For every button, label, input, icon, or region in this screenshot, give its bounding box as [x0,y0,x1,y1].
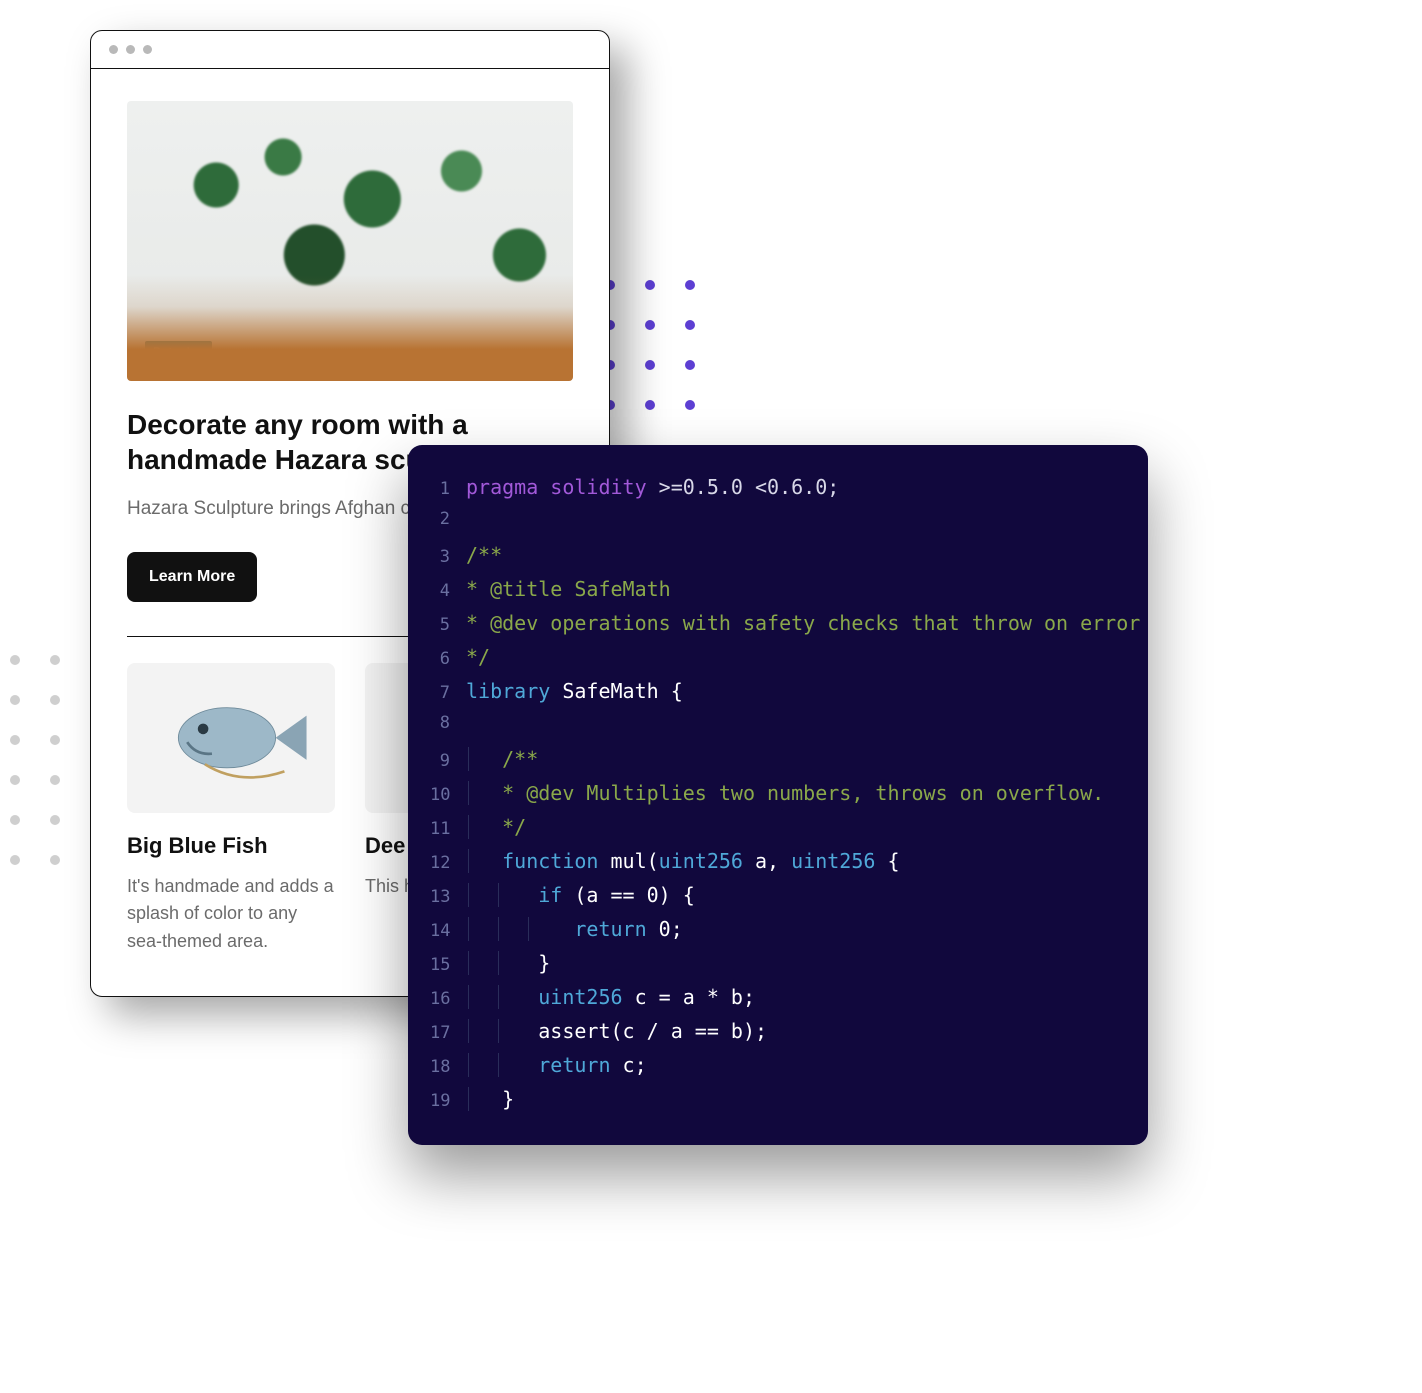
code-line: 6*/ [430,645,1120,679]
code-text: * @title SafeMath [466,577,671,601]
dot-icon [685,360,695,370]
code-text: /** [466,747,538,771]
learn-more-button[interactable]: Learn More [127,552,257,602]
line-number: 14 [430,921,466,941]
line-number: 6 [430,649,466,669]
line-number: 12 [430,853,466,873]
code-line: 2 [430,509,1120,543]
line-number: 15 [430,955,466,975]
product-description: It's handmade and adds a splash of color… [127,873,335,957]
code-text: /** [466,543,502,567]
decorative-dots-grey [10,655,100,865]
window-dot-icon [126,45,135,54]
code-line: 17 assert(c / a == b); [430,1019,1120,1053]
code-line: 5* @dev operations with safety checks th… [430,611,1120,645]
code-line: 10 * @dev Multiplies two numbers, throws… [430,781,1120,815]
code-line: 7library SafeMath { [430,679,1120,713]
code-text: assert(c / a == b); [466,1019,767,1043]
code-line: 3/** [430,543,1120,577]
dot-icon [50,815,60,825]
dot-icon [50,655,60,665]
line-number: 7 [430,683,466,703]
line-number: 3 [430,547,466,567]
dot-icon [10,855,20,865]
line-number: 10 [430,785,466,805]
code-line: 16 uint256 c = a * b; [430,985,1120,1019]
line-number: 1 [430,479,466,499]
line-number: 16 [430,989,466,1009]
dot-icon [645,360,655,370]
code-text: * @dev Multiplies two numbers, throws on… [466,781,1104,805]
code-text: uint256 c = a * b; [466,985,755,1009]
code-text: function mul(uint256 a, uint256 { [466,849,900,873]
code-line: 1pragma solidity >=0.5.0 <0.6.0; [430,475,1120,509]
code-line: 4* @title SafeMath [430,577,1120,611]
window-dot-icon [143,45,152,54]
code-text: library SafeMath { [466,679,683,703]
line-number: 13 [430,887,466,907]
code-line: 12 function mul(uint256 a, uint256 { [430,849,1120,883]
dot-icon [10,815,20,825]
line-number: 18 [430,1057,466,1077]
hero-image: Botanica [127,101,573,381]
dot-icon [50,735,60,745]
code-listing: 1pragma solidity >=0.5.0 <0.6.0;23/**4* … [430,475,1120,1121]
dot-icon [10,655,20,665]
code-text: */ [466,645,490,669]
dot-icon [50,695,60,705]
dot-icon [685,320,695,330]
dot-icon [50,775,60,785]
dot-icon [685,280,695,290]
dot-icon [10,735,20,745]
line-number: 5 [430,615,466,635]
decorative-dots-purple [605,280,695,410]
dot-icon [645,400,655,410]
code-editor-panel: 1pragma solidity >=0.5.0 <0.6.0;23/**4* … [408,445,1148,1145]
dot-icon [685,400,695,410]
window-dot-icon [109,45,118,54]
browser-titlebar [91,31,609,69]
code-line: 9 /** [430,747,1120,781]
hero-book-label: Botanica [145,341,212,363]
line-number: 9 [430,751,466,771]
line-number: 17 [430,1023,466,1043]
code-line: 15 } [430,951,1120,985]
dot-icon [50,855,60,865]
line-number: 4 [430,581,466,601]
code-text: return c; [466,1053,647,1077]
line-number: 11 [430,819,466,839]
code-line: 19 } [430,1087,1120,1121]
code-line: 8 [430,713,1120,747]
code-text: } [466,1087,514,1111]
code-line: 14 return 0; [430,917,1120,951]
code-text: return 0; [466,917,683,941]
code-text: */ [466,815,526,839]
line-number: 2 [430,509,466,529]
code-text: * @dev operations with safety checks tha… [466,611,1140,635]
dot-icon [645,320,655,330]
dot-icon [10,695,20,705]
dot-icon [645,280,655,290]
code-line: 18 return c; [430,1053,1120,1087]
code-text: if (a == 0) { [466,883,695,907]
fish-icon [143,674,320,802]
line-number: 8 [430,713,466,733]
dot-icon [10,775,20,785]
product-title: Big Blue Fish [127,833,335,859]
product-image [127,663,335,813]
code-text: } [466,951,550,975]
code-line: 11 */ [430,815,1120,849]
product-card[interactable]: Big Blue Fish It's handmade and adds a s… [127,663,335,957]
line-number: 19 [430,1091,466,1111]
code-line: 13 if (a == 0) { [430,883,1120,917]
code-text: pragma solidity >=0.5.0 <0.6.0; [466,475,839,499]
